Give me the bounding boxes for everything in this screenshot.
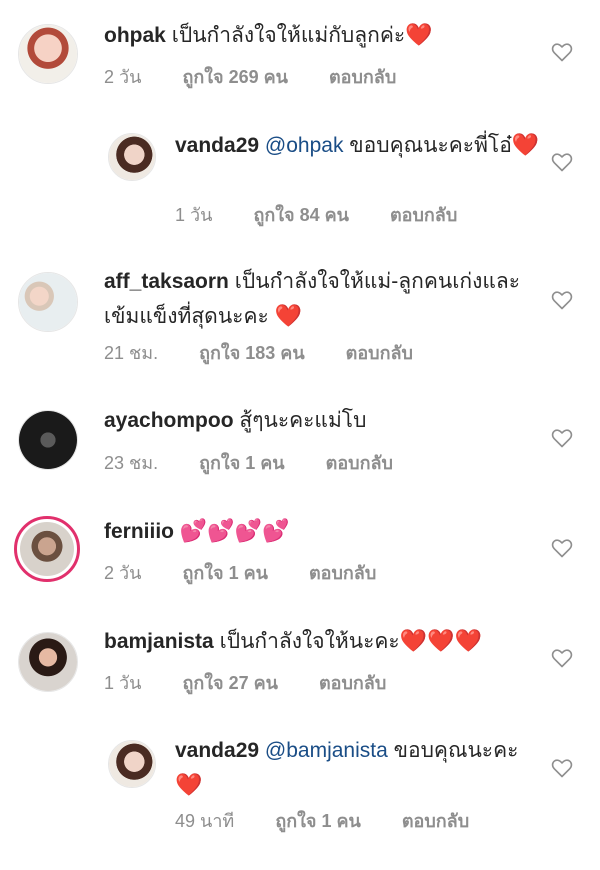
- comment-mention[interactable]: @ohpak: [265, 134, 344, 157]
- comment-username[interactable]: vanda29: [175, 134, 259, 157]
- comment-likes[interactable]: ถูกใจ 269 คน: [182, 62, 288, 91]
- reply-button[interactable]: ตอบกลับ: [346, 338, 413, 367]
- reply-button[interactable]: ตอบกลับ: [329, 62, 396, 91]
- heart-emoji: ❤️: [511, 132, 540, 157]
- comment-likes[interactable]: ถูกใจ 84 คน: [253, 200, 349, 229]
- heart-outline-icon[interactable]: [550, 426, 574, 450]
- comment-meta: 23 ชม. ถูกใจ 1 คน ตอบกลับ: [104, 448, 429, 477]
- avatar[interactable]: [108, 740, 156, 788]
- comment-body: vanda29 @bamjanista ขอบคุณนะคะ ❤️: [175, 734, 545, 803]
- comment-time: 1 วัน: [175, 205, 213, 225]
- comment-username[interactable]: bamjanista: [104, 630, 214, 653]
- heart-emoji: ❤️: [274, 303, 303, 328]
- avatar-story-ring[interactable]: [14, 516, 80, 582]
- comment-likes[interactable]: ถูกใจ 1 คน: [199, 448, 285, 477]
- heart-outline-icon[interactable]: [550, 288, 574, 312]
- heart-outline-icon[interactable]: [550, 536, 574, 560]
- comment-mention[interactable]: @bamjanista: [265, 739, 388, 762]
- reply-button[interactable]: ตอบกลับ: [309, 558, 376, 587]
- reply-button[interactable]: ตอบกลับ: [326, 448, 393, 477]
- heart-emoji: ❤️: [405, 22, 433, 47]
- comment-likes[interactable]: ถูกใจ 1 คน: [275, 806, 361, 835]
- comment-likes[interactable]: ถูกใจ 183 คน: [199, 338, 305, 367]
- comment-username[interactable]: aff_taksaorn: [104, 270, 229, 293]
- comment-body: ferniiio 💕💕💕💕: [104, 514, 534, 549]
- comment-text: เป็นกำลังใจให้นะคะ: [219, 630, 400, 653]
- comment-likes[interactable]: ถูกใจ 1 คน: [182, 558, 268, 587]
- comment-body: ohpak เป็นกำลังใจให้แม่กับลูกค่ะ❤️: [104, 18, 534, 53]
- comment-meta: 2 วัน ถูกใจ 1 คน ตอบกลับ: [104, 558, 412, 587]
- heart-outline-icon[interactable]: [550, 756, 574, 780]
- heart-emoji: ❤️❤️❤️: [399, 628, 482, 653]
- comment-meta: 49 นาที ถูกใจ 1 คน ตอบกลับ: [175, 806, 505, 835]
- comment-username[interactable]: ferniiio: [104, 520, 174, 543]
- comment-username[interactable]: ohpak: [104, 24, 166, 47]
- comment-time: 21 ชม.: [104, 343, 159, 363]
- comment-likes[interactable]: ถูกใจ 27 คน: [182, 668, 278, 697]
- comment-text: เป็นกำลังใจให้แม่กับลูกค่ะ: [171, 24, 406, 47]
- avatar[interactable]: [18, 24, 78, 84]
- comment-list: ohpak เป็นกำลังใจให้แม่กับลูกค่ะ❤️ 2 วัน…: [0, 0, 600, 870]
- avatar[interactable]: [18, 632, 78, 692]
- avatar[interactable]: [18, 272, 78, 332]
- comment-time: 2 วัน: [104, 67, 142, 87]
- comment-meta: 1 วัน ถูกใจ 27 คน ตอบกลับ: [104, 668, 422, 697]
- comment-body: aff_taksaorn เป็นกำลังใจให้แม่-ลูกคนเก่ง…: [104, 265, 534, 334]
- comment-time: 1 วัน: [104, 673, 142, 693]
- avatar[interactable]: [18, 410, 78, 470]
- heart-outline-icon[interactable]: [550, 646, 574, 670]
- comment-body: bamjanista เป็นกำลังใจให้นะคะ❤️❤️❤️: [104, 624, 534, 659]
- comment-username[interactable]: ayachompoo: [104, 409, 234, 432]
- heart-outline-icon[interactable]: [550, 40, 574, 64]
- comment-time: 2 วัน: [104, 563, 142, 583]
- comment-body: ayachompoo สู้ๆนะคะแม่โบ: [104, 404, 534, 438]
- comment-time: 49 นาที: [175, 811, 235, 831]
- comment-time: 23 ชม.: [104, 453, 159, 473]
- comment-meta: 2 วัน ถูกใจ 269 คน ตอบกลับ: [104, 62, 432, 91]
- avatar[interactable]: [108, 133, 156, 181]
- reply-button[interactable]: ตอบกลับ: [319, 668, 386, 697]
- comment-text: ขอบคุณนะคะ: [393, 739, 519, 762]
- reply-button[interactable]: ตอบกลับ: [390, 200, 457, 229]
- comment-meta: 1 วัน ถูกใจ 84 คน ตอบกลับ: [175, 200, 493, 229]
- comment-body: vanda29 @ohpak ขอบคุณนะคะพี่โอ๋❤️: [175, 128, 545, 163]
- comment-text: สู้ๆนะคะแม่โบ: [239, 409, 367, 432]
- comment-meta: 21 ชม. ถูกใจ 183 คน ตอบกลับ: [104, 338, 449, 367]
- comment-username[interactable]: vanda29: [175, 739, 259, 762]
- reply-button[interactable]: ตอบกลับ: [402, 806, 469, 835]
- heart-emoji: ❤️: [175, 772, 203, 797]
- comment-text: ขอบคุณนะคะพี่โอ๋: [349, 134, 512, 157]
- heart-outline-icon[interactable]: [550, 150, 574, 174]
- two-hearts-emoji: 💕💕💕💕: [179, 518, 290, 543]
